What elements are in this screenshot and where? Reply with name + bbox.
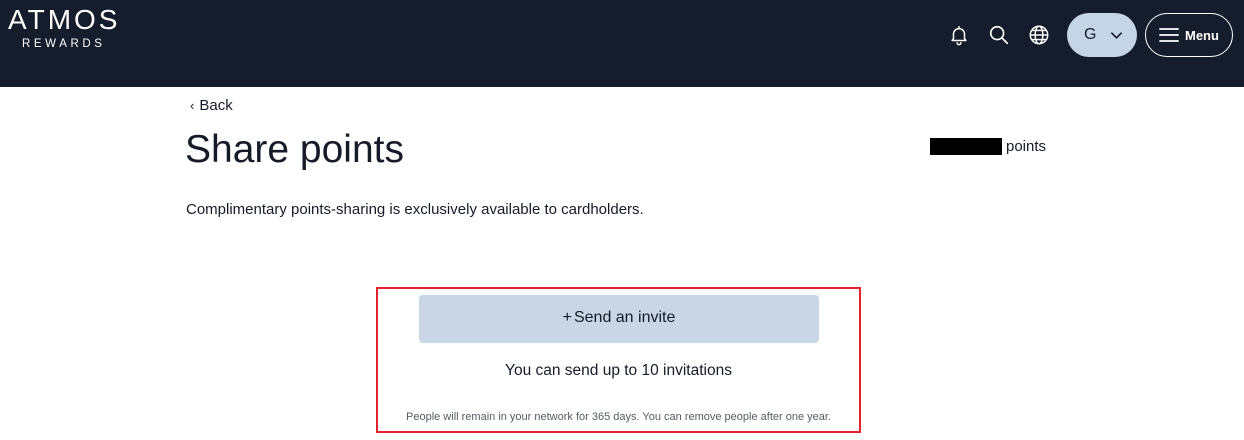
globe-icon[interactable]: [1028, 24, 1050, 46]
back-label: Back: [199, 97, 233, 114]
top-header: ATMOS REWARDS G Menu: [0, 0, 1244, 87]
points-balance-redacted: [930, 138, 1002, 155]
menu-label: Menu: [1185, 28, 1219, 43]
back-link[interactable]: ‹ Back: [190, 97, 233, 114]
menu-button[interactable]: Menu: [1145, 13, 1233, 57]
send-invite-button[interactable]: + Send an invite: [419, 295, 819, 343]
invite-panel: + Send an invite You can send up to 10 in…: [376, 287, 861, 433]
bell-icon[interactable]: [948, 24, 970, 46]
logo-brand: ATMOS: [8, 4, 121, 35]
intro-text: Complimentary points-sharing is exclusiv…: [186, 201, 644, 218]
points-label: points: [1006, 138, 1047, 155]
page-title: Share points: [185, 128, 404, 171]
invite-count-text: You can send up to 10 invitations: [505, 362, 732, 379]
chevron-down-icon: [1111, 32, 1122, 39]
atmos-rewards-logo[interactable]: ATMOS REWARDS: [8, 6, 120, 51]
invite-note: People will remain in your network for 3…: [406, 411, 831, 423]
send-invite-label: Send an invite: [573, 309, 676, 326]
account-initial: G: [1084, 26, 1097, 43]
chevron-left-icon: ‹: [190, 98, 195, 113]
logo-sub: REWARDS: [22, 38, 106, 50]
hamburger-icon: [1159, 28, 1179, 42]
search-icon[interactable]: [988, 24, 1010, 46]
account-button[interactable]: G: [1067, 13, 1137, 57]
plus-icon: +: [562, 309, 572, 326]
